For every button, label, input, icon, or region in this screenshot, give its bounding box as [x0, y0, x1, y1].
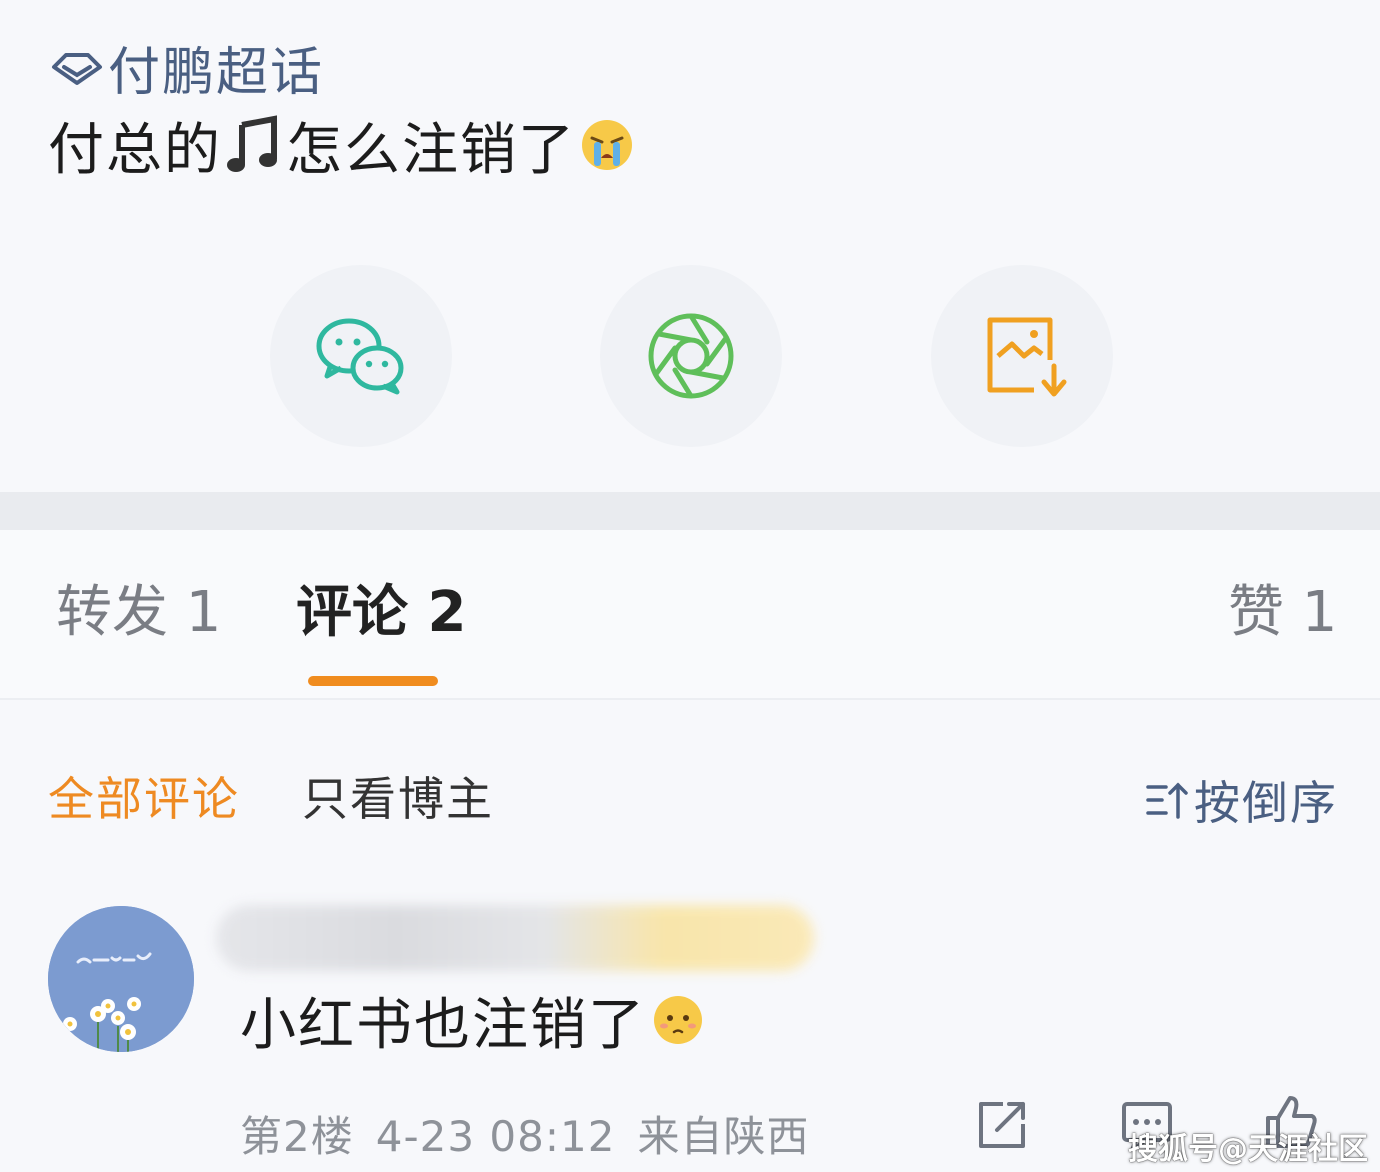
post-content: 付总的 怎么注销了 — [48, 110, 634, 183]
crying-emoji-icon — [582, 120, 632, 170]
repost-icon[interactable] — [973, 1096, 1031, 1154]
filter-all-comments[interactable]: 全部评论 — [48, 776, 240, 822]
comment-location: 来自陕西 — [637, 1112, 810, 1161]
post-text-end: 怎么注销了 — [286, 117, 576, 183]
active-tab-indicator — [308, 676, 438, 686]
music-note-icon — [227, 115, 277, 172]
comment-floor: 第2楼 — [240, 1112, 354, 1161]
comment-meta: 第2楼 4-23 08:12 来自陕西 — [240, 1103, 831, 1164]
watermark: 搜狐号@天涯社区 — [1128, 1132, 1368, 1167]
comment-text: 小红书也注销了 — [240, 992, 646, 1058]
sort-icon — [1146, 782, 1188, 819]
super-topic-link[interactable]: 付鹏超话 — [50, 36, 324, 103]
sort-label: 按倒序 — [1194, 776, 1338, 830]
save-image-icon — [987, 317, 1067, 397]
tab-comments[interactable]: 评论 2 — [296, 585, 466, 641]
sort-order-button[interactable]: 按倒序 — [1144, 776, 1338, 830]
tabs-divider — [0, 698, 1380, 700]
share-wechat-button[interactable] — [270, 265, 452, 447]
save-image-button[interactable] — [931, 265, 1113, 447]
wechat-icon — [316, 318, 404, 395]
comment-time: 4-23 08:12 — [375, 1112, 616, 1161]
commenter-avatar[interactable] — [48, 906, 194, 1052]
moments-icon — [648, 313, 734, 399]
interaction-tabs: 转发 1 评论 2 赞 1 — [0, 530, 1380, 700]
tab-repost[interactable]: 转发 1 — [56, 585, 221, 641]
share-moments-button[interactable] — [600, 265, 782, 447]
commenter-name-blurred[interactable] — [216, 905, 814, 971]
post-text-start: 付总的 — [48, 117, 222, 183]
diamond-icon — [52, 53, 102, 85]
sad-emoji-icon — [654, 996, 702, 1044]
filter-author-only[interactable]: 只看博主 — [302, 776, 494, 822]
comment-content: 小红书也注销了 — [240, 985, 704, 1058]
tab-likes[interactable]: 赞 1 — [1228, 585, 1337, 641]
topic-label: 付鹏超话 — [108, 42, 325, 103]
avatar-image — [48, 906, 194, 1052]
section-divider — [0, 492, 1380, 530]
